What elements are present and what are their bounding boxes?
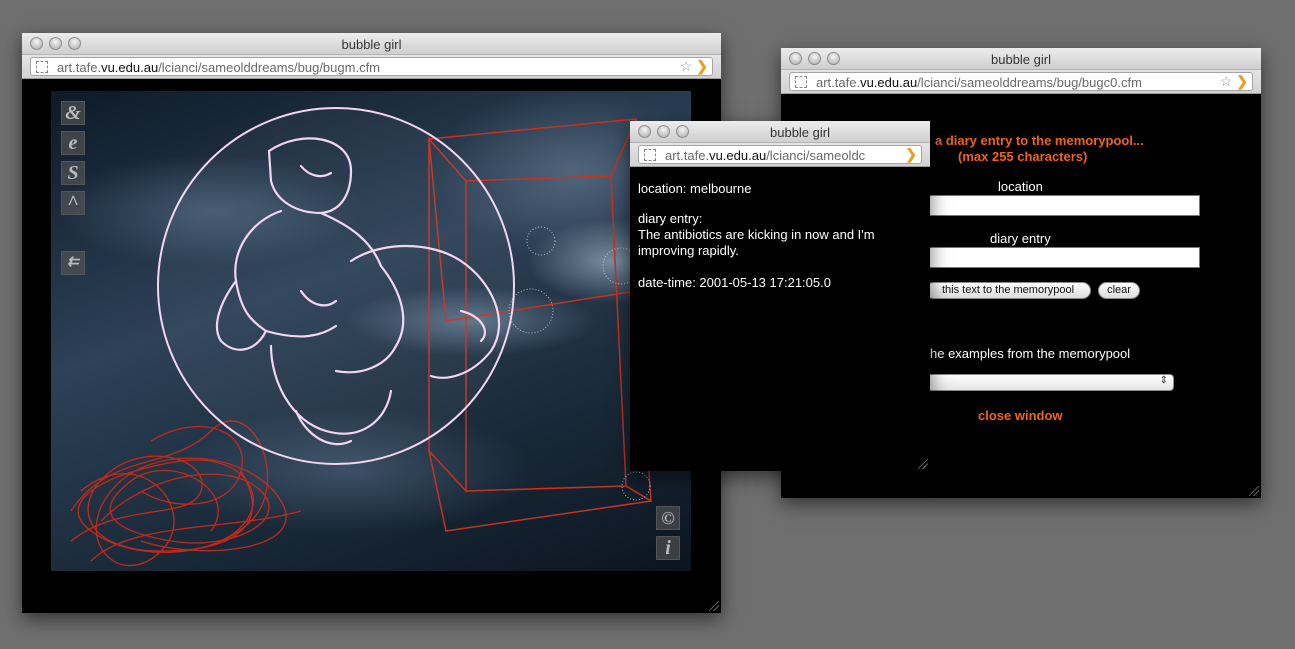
artwork-drawing bbox=[70, 107, 652, 566]
resize-grip-icon[interactable] bbox=[918, 459, 928, 469]
address-field[interactable]: art.tafe.vu.edu.au/lcianci/sameolddreams… bbox=[30, 57, 713, 76]
page-icon bbox=[795, 76, 807, 88]
examples-label: he examples from the memorypool bbox=[930, 346, 1131, 361]
info-icon[interactable]: i bbox=[656, 536, 680, 560]
url-bar: art.tafe.vu.edu.au/lcianci/sameolddreams… bbox=[22, 55, 721, 79]
title-bar[interactable]: bubble girl bbox=[630, 121, 930, 143]
clear-button[interactable]: clear bbox=[1098, 282, 1140, 299]
form-subheading: (max 255 characters) bbox=[958, 149, 1088, 164]
page-icon bbox=[36, 61, 48, 73]
address-field[interactable]: art.tafe.vu.edu.au/lcianci/sameoldc ❯ bbox=[638, 145, 922, 164]
page-icon bbox=[644, 149, 656, 161]
submit-to-memorypool-button[interactable]: this text to the memorypool bbox=[925, 282, 1091, 299]
rss-icon[interactable]: ❯ bbox=[1236, 73, 1248, 90]
address-field[interactable]: art.tafe.vu.edu.au/lcianci/sameolddreams… bbox=[789, 72, 1253, 91]
entry-diary-label: diary entry: bbox=[638, 211, 703, 226]
location-label: location bbox=[998, 179, 1043, 194]
entry-location: location: melbourne bbox=[638, 181, 752, 196]
ampersand-icon[interactable]: & bbox=[61, 101, 85, 125]
url-bar: art.tafe.vu.edu.au/lcianci/sameoldc ❯ bbox=[630, 143, 930, 167]
resize-grip-icon[interactable] bbox=[709, 601, 719, 611]
main-browser-window: bubble girl art.tafe.vu.edu.au/lcianci/s… bbox=[22, 33, 721, 613]
url-bar: art.tafe.vu.edu.au/lcianci/sameolddreams… bbox=[781, 70, 1261, 94]
close-window-link[interactable]: close window bbox=[978, 408, 1063, 423]
select-arrows-icon: ⇕ bbox=[1159, 375, 1168, 386]
title-bar[interactable]: bubble girl bbox=[781, 48, 1261, 70]
location-input[interactable] bbox=[929, 195, 1200, 216]
close-window-icon[interactable] bbox=[638, 125, 651, 138]
particle-clusters bbox=[508, 226, 651, 501]
diary-entry-label: diary entry bbox=[990, 231, 1051, 246]
window-title: bubble girl bbox=[991, 52, 1051, 67]
examples-select[interactable]: ⇕ bbox=[927, 374, 1174, 391]
entry-datetime: date-time: 2001-05-13 17:21:05.0 bbox=[638, 275, 831, 290]
diary-entry-window: bubble girl art.tafe.vu.edu.au/lcianci/s… bbox=[630, 121, 930, 471]
back-arrow-icon[interactable]: ⇇ bbox=[61, 251, 85, 275]
title-bar[interactable]: bubble girl bbox=[22, 33, 721, 55]
url-text: art.tafe.vu.edu.au/lcianci/sameolddreams… bbox=[57, 60, 381, 75]
url-actions: ❯ bbox=[903, 146, 917, 163]
caret-up-icon[interactable]: ^ bbox=[61, 191, 85, 215]
resize-grip-icon[interactable] bbox=[1249, 486, 1259, 496]
rss-icon[interactable]: ❯ bbox=[696, 58, 708, 75]
window-title: bubble girl bbox=[770, 125, 830, 140]
minimize-window-icon[interactable] bbox=[657, 125, 670, 138]
url-actions: ☆ ❯ bbox=[1220, 73, 1248, 90]
bubble-girl-artwork[interactable]: & e S ^ ⇇ © i bbox=[51, 91, 691, 571]
url-text: art.tafe.vu.edu.au/lcianci/sameoldc bbox=[665, 148, 866, 163]
entry-diary-text: The antibiotics are kicking in now and I… bbox=[638, 227, 875, 258]
form-heading: a diary entry to the memorypool... bbox=[935, 133, 1144, 148]
bubble-outline bbox=[157, 107, 515, 465]
url-text: art.tafe.vu.edu.au/lcianci/sameolddreams… bbox=[816, 75, 1142, 90]
diary-entry-input[interactable] bbox=[929, 247, 1200, 268]
url-actions: ☆ ❯ bbox=[680, 58, 708, 75]
rss-icon[interactable]: ❯ bbox=[905, 146, 917, 163]
bookmark-star-icon[interactable]: ☆ bbox=[1220, 73, 1233, 90]
bookmark-star-icon[interactable]: ☆ bbox=[680, 58, 693, 75]
letter-e-icon[interactable]: e bbox=[61, 131, 85, 155]
letter-s-icon[interactable]: S bbox=[61, 161, 85, 185]
window-title: bubble girl bbox=[341, 37, 402, 52]
copyright-icon[interactable]: © bbox=[656, 506, 680, 530]
